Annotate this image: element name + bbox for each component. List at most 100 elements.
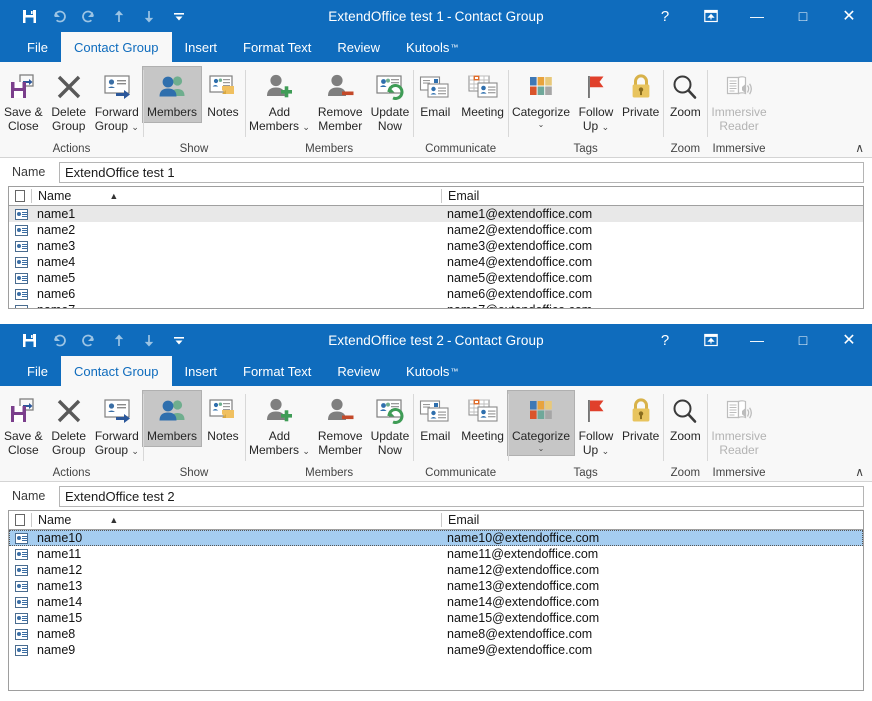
add-member-icon	[264, 394, 294, 428]
column-header-name[interactable]: Name ▲	[31, 513, 441, 527]
email-button[interactable]: Email	[413, 391, 457, 446]
table-row[interactable]: name2 name2@extendoffice.com	[9, 222, 863, 238]
help-button[interactable]: ?	[642, 324, 688, 356]
tab-review[interactable]: Review	[324, 32, 393, 62]
remove-member-button[interactable]: Remove Member	[314, 67, 367, 135]
add-members-button[interactable]: Add Members ⌄	[245, 391, 314, 460]
forward-group-button[interactable]: Forward Group ⌄	[91, 67, 143, 136]
table-row[interactable]: name3 name3@extendoffice.com	[9, 238, 863, 254]
table-row[interactable]: name1 name1@extendoffice.com	[9, 206, 863, 222]
column-header-email[interactable]: Email	[441, 513, 863, 527]
categorize-button[interactable]: Categorize ⌄	[508, 67, 574, 131]
remove-member-button[interactable]: Remove Member	[314, 391, 367, 459]
member-list-body[interactable]: name10 name10@extendoffice.com name11 name1…	[9, 530, 863, 690]
ribbon-display-options-button[interactable]	[688, 0, 734, 32]
tab-contact-group[interactable]: Contact Group	[60, 32, 172, 62]
redo-icon[interactable]	[74, 3, 104, 29]
table-row[interactable]: name13 name13@extendoffice.com	[9, 578, 863, 594]
meeting-button[interactable]: Meeting	[457, 391, 508, 446]
member-list-body[interactable]: name1 name1@extendoffice.com name2 name2@ex…	[9, 206, 863, 308]
table-row[interactable]: name11 name11@extendoffice.com	[9, 546, 863, 562]
group-name-input[interactable]: ExtendOffice test 2	[59, 485, 864, 507]
ribbon-button-label: Private	[622, 429, 660, 443]
email-button[interactable]: Email	[413, 67, 457, 122]
tab-insert[interactable]: Insert	[172, 32, 231, 62]
add-members-button[interactable]: Add Members ⌄	[245, 67, 314, 136]
categorize-button[interactable]: Categorize ⌄	[506, 390, 576, 456]
delete-group-button[interactable]: Delete Group	[47, 391, 91, 459]
group-name-input[interactable]: ExtendOffice test 1	[59, 161, 864, 183]
tab-contact-group[interactable]: Contact Group	[60, 356, 172, 386]
private-button[interactable]: Private	[618, 67, 663, 122]
zoom-button[interactable]: Zoom	[663, 391, 707, 446]
tab-format-text[interactable]: Format Text	[230, 356, 324, 386]
item-type-column-icon[interactable]	[9, 514, 31, 526]
table-row[interactable]: name7name7@extendoffice.com	[9, 302, 863, 308]
notes-button[interactable]: Notes	[201, 67, 245, 122]
title-bar: ExtendOffice test 2- Contact Group ? — □ ✕	[0, 324, 872, 356]
table-row[interactable]: name10 name10@extendoffice.com	[9, 530, 863, 546]
members-button[interactable]: Members	[141, 390, 202, 447]
private-button[interactable]: Private	[618, 391, 663, 446]
table-row[interactable]: name12 name12@extendoffice.com	[9, 562, 863, 578]
chevron-down-icon[interactable]: ⌄	[538, 444, 545, 453]
item-type-column-icon[interactable]	[9, 190, 31, 202]
remove-member-icon	[325, 394, 355, 428]
members-button[interactable]: Members	[141, 66, 202, 123]
tab-format-text[interactable]: Format Text	[230, 32, 324, 62]
next-item-icon[interactable]	[134, 3, 164, 29]
zoom-button[interactable]: Zoom	[663, 67, 707, 122]
maximize-button[interactable]: □	[780, 0, 826, 32]
customize-quick-access-toolbar-icon[interactable]	[164, 3, 194, 29]
tab-file[interactable]: File	[14, 356, 61, 386]
tab-file[interactable]: File	[14, 32, 61, 62]
column-header-name[interactable]: Name ▲	[31, 189, 441, 203]
table-row[interactable]: name4 name4@extendoffice.com	[9, 254, 863, 270]
collapse-ribbon-icon[interactable]: ∧	[855, 141, 864, 155]
close-button[interactable]: ✕	[826, 0, 872, 32]
ribbon-display-options-button[interactable]	[688, 324, 734, 356]
collapse-ribbon-icon[interactable]: ∧	[855, 465, 864, 479]
close-button[interactable]: ✕	[826, 324, 872, 356]
undo-icon[interactable]	[44, 327, 74, 353]
tab-insert[interactable]: Insert	[172, 356, 231, 386]
contact-card-icon	[9, 224, 31, 236]
notes-icon	[208, 70, 238, 104]
title-separator: -	[447, 8, 452, 24]
maximize-button[interactable]: □	[780, 324, 826, 356]
redo-icon[interactable]	[74, 327, 104, 353]
minimize-button[interactable]: —	[734, 0, 780, 32]
table-row[interactable]: name15 name15@extendoffice.com	[9, 610, 863, 626]
column-header-email[interactable]: Email	[441, 189, 863, 203]
tab-kutools[interactable]: Kutools ™	[393, 356, 471, 386]
chevron-down-icon[interactable]: ⌄	[538, 120, 545, 129]
meeting-button[interactable]: Meeting	[457, 67, 508, 122]
minimize-button[interactable]: —	[734, 324, 780, 356]
table-row[interactable]: name9 name9@extendoffice.com	[9, 642, 863, 658]
table-row[interactable]: name8 name8@extendoffice.com	[9, 626, 863, 642]
follow-up-button[interactable]: Follow Up ⌄	[574, 391, 618, 460]
table-row[interactable]: name6 name6@extendoffice.com	[9, 286, 863, 302]
tab-kutools[interactable]: Kutools ™	[393, 32, 471, 62]
update-now-button[interactable]: Update Now	[367, 391, 414, 459]
delete-group-button[interactable]: Delete Group	[47, 67, 91, 135]
update-now-button[interactable]: Update Now	[367, 67, 414, 135]
save-and-close-button[interactable]: Save & Close	[0, 391, 47, 459]
help-button[interactable]: ?	[642, 0, 688, 32]
chevron-down-icon: ⌄	[601, 121, 610, 132]
tab-review[interactable]: Review	[324, 356, 393, 386]
save-close-icon	[8, 70, 38, 104]
previous-item-icon[interactable]	[104, 3, 134, 29]
save-icon[interactable]	[14, 327, 44, 353]
follow-up-button[interactable]: Follow Up ⌄	[574, 67, 618, 136]
save-and-close-button[interactable]: Save & Close	[0, 67, 47, 135]
next-item-icon[interactable]	[134, 327, 164, 353]
customize-quick-access-toolbar-icon[interactable]	[164, 327, 194, 353]
forward-group-button[interactable]: Forward Group ⌄	[91, 391, 143, 460]
save-icon[interactable]	[14, 3, 44, 29]
table-row[interactable]: name5 name5@extendoffice.com	[9, 270, 863, 286]
notes-button[interactable]: Notes	[201, 391, 245, 446]
undo-icon[interactable]	[44, 3, 74, 29]
table-row[interactable]: name14 name14@extendoffice.com	[9, 594, 863, 610]
previous-item-icon[interactable]	[104, 327, 134, 353]
